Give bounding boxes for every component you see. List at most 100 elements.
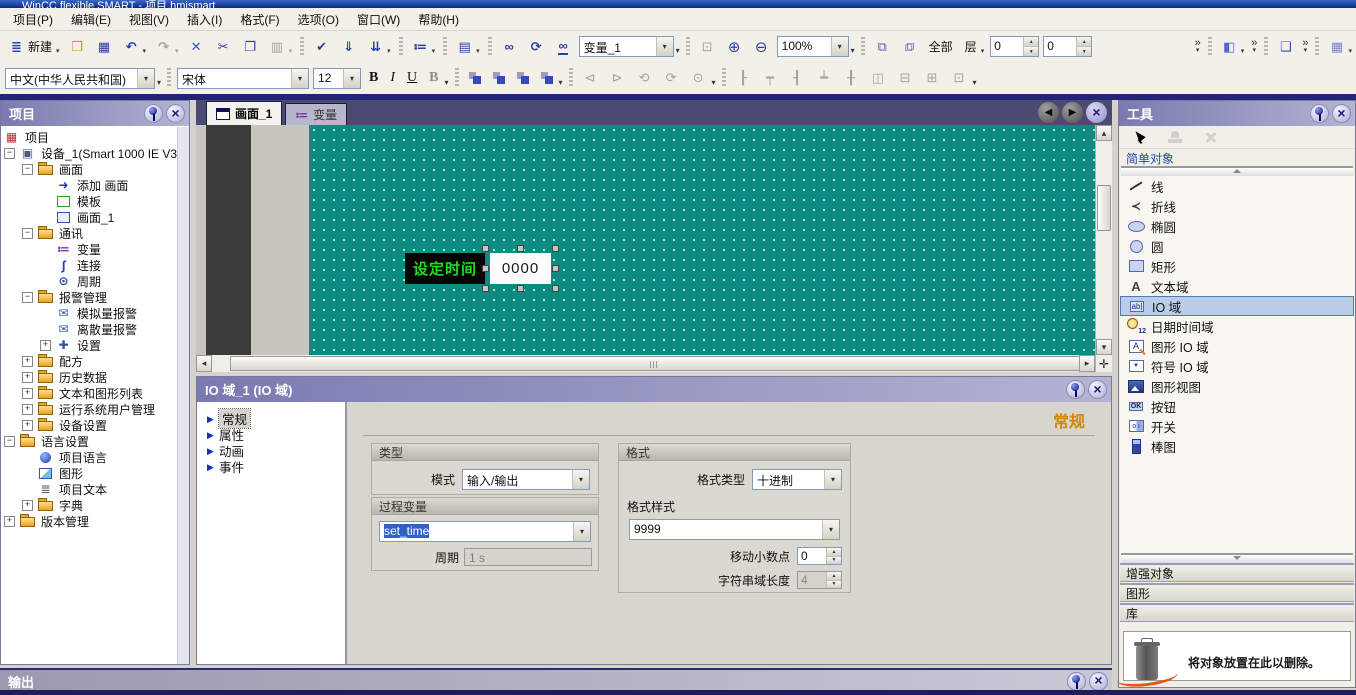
menu-item[interactable]: 项目(P) [4,8,62,31]
chevron-down-icon[interactable] [831,37,848,56]
tree-expand-toggle[interactable] [4,436,15,447]
horizontal-scrollbar[interactable] [196,355,1112,372]
tree-item[interactable]: 设置 [1,337,189,353]
tool-item[interactable]: 开关 [1120,416,1354,436]
tool-item[interactable]: 线 [1120,176,1354,196]
back-icon[interactable] [1038,102,1059,123]
spin-down-icon[interactable] [1077,47,1091,56]
align-top-edge-button[interactable] [758,65,783,91]
tools-section-header[interactable]: 增强对象 [1120,563,1354,582]
language-combo-options-button[interactable]: ▾ [157,78,161,87]
tree-item[interactable]: 设备_1(Smart 1000 IE V3) [1,145,189,161]
forward-icon[interactable] [1062,102,1083,123]
color-overflow-button[interactable] [1251,39,1257,55]
pin-icon[interactable] [144,104,163,123]
decimal-shift-spinner[interactable]: 0 [797,547,842,565]
chevron-down-icon[interactable] [137,69,154,88]
tag-combo-options-button[interactable]: ▾ [676,46,680,55]
tree-item[interactable]: 通讯 [1,225,189,241]
open-button[interactable] [65,34,90,60]
spin-down-icon[interactable] [827,557,841,565]
spin-up-icon[interactable] [1077,37,1091,47]
zoom-in-button[interactable] [722,34,747,60]
tree-item[interactable]: 文本和图形列表 [1,385,189,401]
fill-color-button[interactable]: ▾ [1217,34,1248,60]
dictionary-overflow-button[interactable] [1302,39,1308,55]
io-field-object[interactable]: 0000 [490,253,551,284]
tree-expand-toggle[interactable] [22,228,33,239]
tree-item[interactable]: 字典 [1,497,189,513]
screen-properties-button[interactable]: ▾ [1324,34,1355,60]
new-button[interactable]: 新建▾ [4,34,63,60]
scroll-up-icon[interactable] [1096,125,1112,141]
tree-item[interactable]: 项目文本 [1,481,189,497]
tree-expand-toggle[interactable] [4,148,15,159]
close-icon[interactable] [1332,104,1351,123]
redo-button[interactable]: ▾ [151,34,182,60]
chevron-down-icon[interactable] [656,37,673,56]
tree-item[interactable]: 项目语言 [1,449,189,465]
blink-button[interactable]: B [424,65,443,91]
tab-tags[interactable]: 变量 [285,103,347,125]
align-left-button[interactable] [464,65,486,91]
same-width-button[interactable] [866,65,891,91]
font-options-button[interactable]: ▾ [445,78,449,87]
align-bottom-edge-button[interactable] [812,65,837,91]
scroll-left-icon[interactable] [196,355,212,372]
tool-item[interactable]: IO 域 [1120,296,1354,316]
tree-expand-toggle[interactable] [22,388,33,399]
pin-icon[interactable] [1067,672,1086,691]
chevron-down-icon[interactable] [572,470,589,489]
selection-handle[interactable] [482,265,489,272]
layer-forward-button[interactable] [870,34,895,60]
same-height-button[interactable] [893,65,918,91]
transfer-settings-button[interactable]: ▾ [363,34,394,60]
italic-button[interactable]: I [385,65,400,91]
center-objects-button[interactable] [839,65,864,91]
tree-item[interactable]: 项目 [1,129,189,145]
text-field-object[interactable]: 设定时间 [405,253,485,284]
dictionary-button[interactable] [1273,34,1298,60]
tool-item[interactable]: 图形视图 [1120,376,1354,396]
rotate-right-button[interactable] [659,65,684,91]
selection-handle[interactable] [552,285,559,292]
tree-item[interactable]: 连接 [1,257,189,273]
mirror-vertical-button[interactable] [578,65,603,91]
selection-handle[interactable] [482,285,489,292]
chevron-down-icon[interactable] [824,470,841,489]
tool-item[interactable]: 折线 [1120,196,1354,216]
menu-item[interactable]: 编辑(E) [62,8,120,31]
tree-expand-toggle[interactable] [22,404,33,415]
pan-icon[interactable] [1095,355,1112,372]
tools-section-header[interactable]: 图形 [1120,583,1354,602]
object-settings-button[interactable] [1200,124,1222,150]
tree-item[interactable]: 版本管理 [1,513,189,529]
transfer-button[interactable] [336,34,361,60]
tree-expand-toggle[interactable] [40,340,51,351]
tool-item[interactable]: 图形 IO 域 [1120,336,1354,356]
zoom-out-button[interactable] [749,34,774,60]
tree-item[interactable]: 离散量报警 [1,321,189,337]
menu-item[interactable]: 格式(F) [231,8,288,31]
grid-snap-button[interactable] [947,65,972,91]
scroll-down-icon[interactable] [1096,339,1112,355]
zoom-select-button[interactable] [695,34,720,60]
bold-button[interactable]: B [364,65,383,91]
menu-item[interactable]: 选项(O) [289,8,348,31]
tag-combo[interactable]: 变量_1 [579,36,674,57]
tool-item[interactable]: 符号 IO 域 [1120,356,1354,376]
align-center-button[interactable] [488,65,510,91]
replace-button[interactable] [524,34,549,60]
selection-handle[interactable] [517,245,524,252]
tree-item[interactable]: 变量 [1,241,189,257]
find-next-button[interactable] [551,34,576,60]
project-tree-scrollbar[interactable] [177,127,189,664]
layer-menu-button[interactable]: 层▾ [960,34,988,60]
menu-item[interactable]: 帮助(H) [409,8,468,31]
toolbar-overflow-button[interactable] [1195,39,1201,55]
tool-item[interactable]: 日期时间域 [1120,316,1354,336]
align-right-edge-button[interactable] [785,65,810,91]
zoom-combo-options-button[interactable]: ▾ [851,46,855,55]
vertical-scroll-thumb[interactable] [1097,185,1111,231]
mode-select[interactable]: 输入/输出 [462,469,590,490]
